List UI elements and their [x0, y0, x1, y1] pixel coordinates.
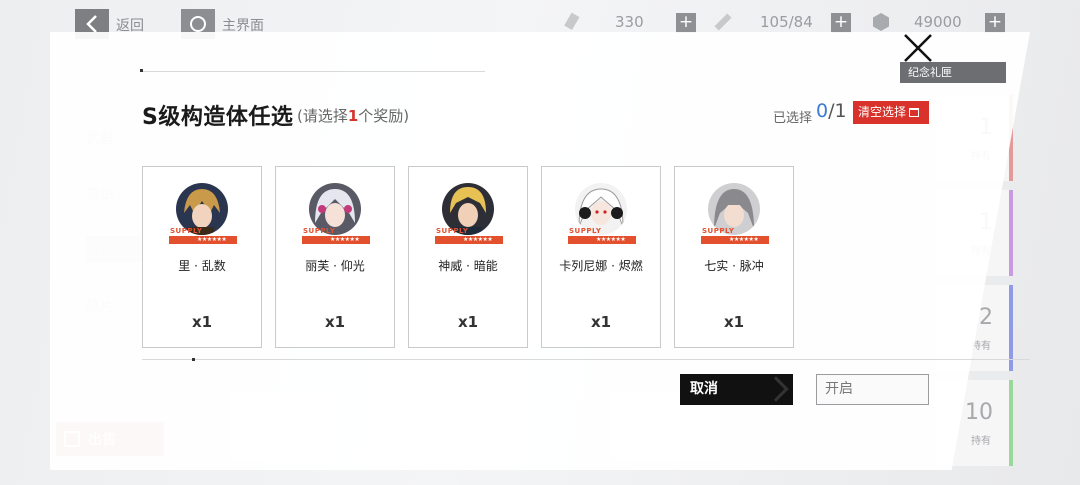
reward-quantity: x1 [457, 313, 479, 331]
add-blackcard-button[interactable]: + [676, 13, 696, 33]
reward-quantity: x1 [191, 313, 213, 331]
home-circle-icon [190, 16, 206, 32]
modal-subtitle: (请选择1个奖励) [297, 105, 409, 126]
selected-count: 0/1 [816, 100, 847, 122]
character-name: 神威 · 暗能 [438, 259, 498, 273]
subtitle-count: 1 [347, 107, 359, 125]
reward-card[interactable]: SUPPLY ★★★★★★ 里 · 乱数 x1 [142, 166, 262, 348]
inventory-caption: 持有 [971, 436, 991, 447]
modal-title: S级构造体任选 [142, 105, 294, 130]
open-button[interactable]: 开启 [816, 374, 929, 405]
trash-icon [909, 108, 920, 117]
rarity-stars: ★★★★★★ [463, 236, 493, 243]
reward-card[interactable]: SUPPLY ★★★★★★ 七实 · 脉冲 x1 [674, 166, 794, 348]
rarity-stars: ★★★★★★ [596, 236, 626, 243]
reward-quantity: x1 [590, 313, 612, 331]
chevron-right-icon [763, 376, 789, 402]
reward-card[interactable]: SUPPLY ★★★★★★ 卡列尼娜 · 烬燃 x1 [541, 166, 661, 348]
blackcard-value: 330 [615, 13, 644, 31]
subtitle-suffix: 个奖励) [358, 107, 410, 125]
modal-bottom-divider [142, 359, 1030, 360]
inventory-count: 2 [979, 305, 993, 330]
clear-selection-button[interactable]: 清空选择 [853, 101, 929, 124]
selected-label: 已选择 [773, 111, 813, 126]
supply-text: SUPPLY [569, 227, 602, 235]
coin-value: 49000 [914, 13, 962, 31]
modal-top-divider [140, 71, 485, 72]
rarity-bar [1009, 190, 1013, 276]
reward-quantity: x1 [324, 313, 346, 331]
rarity-stars: ★★★★★★ [197, 236, 227, 243]
character-name: 卡列尼娜 · 烬燃 [559, 259, 643, 273]
inventory-count: 10 [965, 400, 993, 425]
reward-card[interactable]: SUPPLY ★★★★★★ 神威 · 暗能 x1 [408, 166, 528, 348]
modal-top-dot [140, 69, 143, 72]
add-coin-button[interactable]: + [985, 13, 1005, 33]
character-name: 里 · 乱数 [178, 259, 226, 273]
close-button[interactable] [900, 30, 936, 66]
reward-card[interactable]: SUPPLY ★★★★★★ 丽芙 · 仰光 x1 [275, 166, 395, 348]
supply-text: SUPPLY [170, 227, 203, 235]
memorial-label: 纪念礼匣 [908, 66, 952, 79]
supply-text: SUPPLY [303, 227, 336, 235]
subtitle-prefix: (请选择 [297, 107, 348, 125]
selected-total: /1 [828, 100, 847, 122]
character-name: 七实 · 脉冲 [704, 259, 764, 273]
clear-selection-label: 清空选择 [858, 105, 907, 119]
open-label: 开启 [825, 381, 853, 397]
reward-quantity: x1 [723, 313, 745, 331]
stamina-value: 105/84 [760, 13, 813, 31]
cancel-label: 取消 [690, 381, 718, 397]
character-name: 丽芙 · 仰光 [305, 259, 365, 273]
rarity-stars: ★★★★★★ [330, 236, 360, 243]
blackcard-icon [564, 12, 580, 31]
add-stamina-button[interactable]: + [831, 13, 851, 33]
rarity-bar [1009, 380, 1013, 466]
cancel-button[interactable]: 取消 [680, 374, 793, 405]
coin-icon [873, 13, 889, 31]
chevron-left-icon [86, 15, 97, 33]
close-icon [904, 34, 932, 62]
stamina-icon [714, 13, 732, 31]
selected-current: 0 [816, 100, 829, 122]
supply-text: SUPPLY [436, 227, 469, 235]
supply-text: SUPPLY [702, 227, 735, 235]
rarity-stars: ★★★★★★ [729, 236, 759, 243]
modal-bottom-dot [192, 358, 195, 361]
